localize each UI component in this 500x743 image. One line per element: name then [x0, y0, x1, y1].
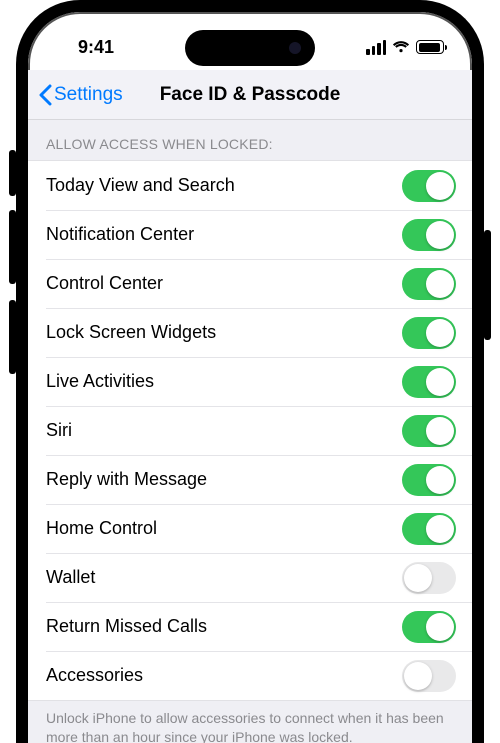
settings-row-label: Lock Screen Widgets [46, 322, 402, 343]
status-time: 9:41 [56, 25, 366, 58]
battery-icon [416, 40, 444, 54]
toggle-switch[interactable] [402, 366, 456, 398]
settings-row: Reply with Message [28, 455, 472, 504]
status-icons [366, 28, 444, 55]
settings-row-label: Today View and Search [46, 175, 402, 196]
settings-row-label: Home Control [46, 518, 402, 539]
settings-row-label: Notification Center [46, 224, 402, 245]
settings-row: Today View and Search [28, 161, 472, 210]
settings-row: Return Missed Calls [28, 602, 472, 651]
device-mockup: 9:41 Settings Face ID & Passcode [0, 0, 500, 743]
toggle-switch[interactable] [402, 317, 456, 349]
phone-frame: 9:41 Settings Face ID & Passcode [16, 0, 484, 743]
side-button-volume-up [9, 210, 16, 284]
section-header: ALLOW ACCESS WHEN LOCKED: [28, 120, 472, 160]
settings-row-label: Wallet [46, 567, 402, 588]
toggle-switch[interactable] [402, 660, 456, 692]
toggle-switch[interactable] [402, 219, 456, 251]
settings-row: Home Control [28, 504, 472, 553]
side-button-silent [9, 150, 16, 196]
settings-row: Live Activities [28, 357, 472, 406]
settings-row-label: Accessories [46, 665, 402, 686]
settings-row: Notification Center [28, 210, 472, 259]
settings-row: Siri [28, 406, 472, 455]
toggle-switch[interactable] [402, 611, 456, 643]
settings-row-label: Reply with Message [46, 469, 402, 490]
status-bar: 9:41 [28, 12, 472, 70]
settings-row-label: Siri [46, 420, 402, 441]
side-button-power [484, 230, 491, 340]
settings-row-label: Live Activities [46, 371, 402, 392]
toggle-switch[interactable] [402, 562, 456, 594]
settings-content[interactable]: ALLOW ACCESS WHEN LOCKED: Today View and… [28, 120, 472, 743]
settings-row-label: Control Center [46, 273, 402, 294]
settings-row-label: Return Missed Calls [46, 616, 402, 637]
settings-row: Wallet [28, 553, 472, 602]
toggle-switch[interactable] [402, 415, 456, 447]
toggle-switch[interactable] [402, 464, 456, 496]
wifi-icon [392, 40, 410, 54]
settings-list: Today View and Search Notification Center… [28, 160, 472, 701]
settings-row: Lock Screen Widgets [28, 308, 472, 357]
nav-bar: Settings Face ID & Passcode [28, 70, 472, 120]
toggle-switch[interactable] [402, 170, 456, 202]
settings-row: Control Center [28, 259, 472, 308]
toggle-switch[interactable] [402, 513, 456, 545]
side-button-volume-down [9, 300, 16, 374]
settings-row: Accessories [28, 651, 472, 700]
cellular-icon [366, 40, 386, 55]
toggle-switch[interactable] [402, 268, 456, 300]
back-button[interactable]: Settings [38, 84, 123, 106]
chevron-left-icon [38, 84, 52, 106]
back-label: Settings [54, 84, 123, 106]
section-footer: Unlock iPhone to allow accessories to co… [28, 701, 472, 743]
